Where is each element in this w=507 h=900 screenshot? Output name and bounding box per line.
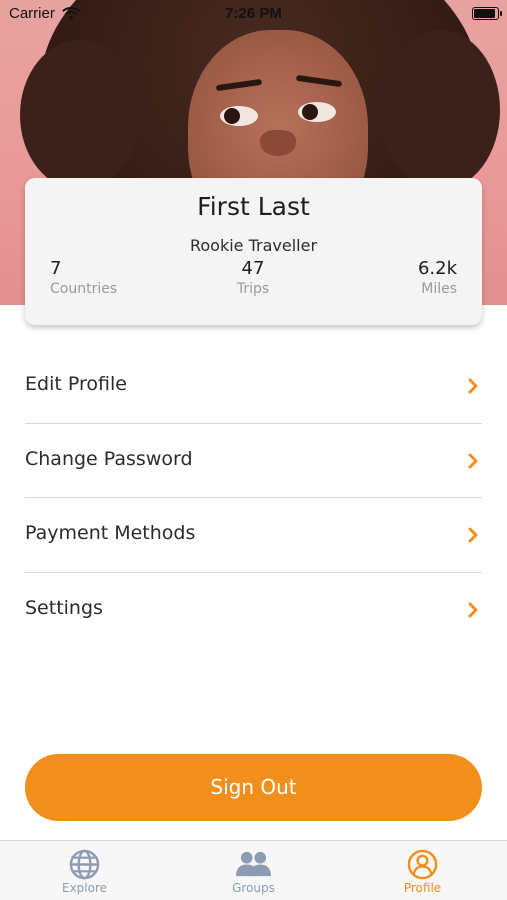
chevron-right-icon xyxy=(468,378,478,394)
left-eyebrow xyxy=(215,78,263,92)
chevron-right-icon xyxy=(468,602,478,617)
tab-label: Explore xyxy=(61,881,108,895)
menu-item-label: Settings xyxy=(25,596,103,619)
left-eye xyxy=(220,106,258,126)
hair-curl-right xyxy=(380,30,500,190)
clock-label: 7:26 PM xyxy=(225,5,282,22)
profile-rank: Rookie Traveller xyxy=(189,236,318,255)
stat-value: 7 xyxy=(50,258,62,279)
stat-label: Trips xyxy=(236,281,270,297)
chevron-right-icon xyxy=(468,527,478,543)
stat-label: Countries xyxy=(50,281,118,297)
tab-label: Groups xyxy=(232,881,275,895)
menu-item-label: Change Password xyxy=(25,447,193,470)
menu-item-label: Edit Profile xyxy=(25,373,127,395)
status-bar: Carrier 7:26 PM xyxy=(0,0,507,28)
sign-out-button[interactable]: Sign Out xyxy=(25,754,482,821)
stat-trips: 47 Trips xyxy=(203,258,303,297)
tab-explore[interactable]: Explore xyxy=(0,841,169,900)
stat-label: Miles xyxy=(421,281,457,297)
user-circle-icon xyxy=(407,849,438,880)
settings-menu: Edit Profile Change Password Payment Met… xyxy=(25,349,482,647)
tab-bar: Explore Groups Profile xyxy=(0,840,507,900)
right-eye xyxy=(298,102,336,122)
right-eyebrow xyxy=(295,74,343,88)
menu-item-settings[interactable]: Settings xyxy=(25,573,482,648)
tab-label: Profile xyxy=(403,881,442,895)
nose-shape xyxy=(260,130,296,156)
menu-item-edit-profile[interactable]: Edit Profile xyxy=(25,349,482,424)
profile-name: First Last xyxy=(197,192,310,221)
stat-countries: 7 Countries xyxy=(50,258,117,297)
profile-card: First Last Rookie Traveller 7 Countries … xyxy=(25,178,482,325)
stat-value: 6.2k xyxy=(417,258,457,279)
menu-item-label: Payment Methods xyxy=(25,522,196,544)
tab-profile[interactable]: Profile xyxy=(338,841,507,900)
users-icon xyxy=(236,851,271,877)
tab-groups[interactable]: Groups xyxy=(169,841,338,900)
battery-icon xyxy=(472,7,502,20)
globe-icon xyxy=(69,849,100,880)
chevron-right-icon xyxy=(468,453,478,468)
stat-value: 47 xyxy=(241,258,265,279)
menu-item-payment-methods[interactable]: Payment Methods xyxy=(25,498,482,573)
stat-miles: 6.2k Miles xyxy=(418,258,457,297)
menu-item-change-password[interactable]: Change Password xyxy=(25,424,482,498)
hair-curl-left xyxy=(20,40,140,190)
